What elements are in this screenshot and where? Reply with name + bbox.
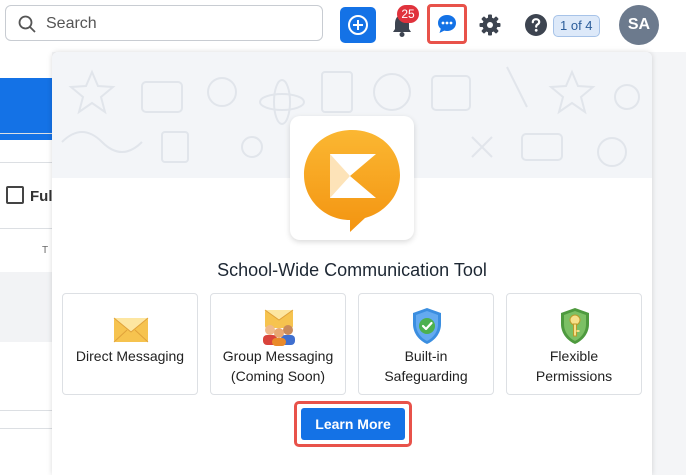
- avatar[interactable]: SA: [619, 5, 659, 45]
- background-blue-banner: [0, 78, 52, 140]
- learn-more-highlight: Learn More: [294, 401, 412, 447]
- feature-card-group-messaging: Group Messaging (Coming Soon): [210, 293, 346, 395]
- divider: [0, 133, 52, 134]
- app-logo-tile: [290, 116, 414, 240]
- background-full-label: Full: [6, 186, 57, 205]
- envelope-icon: [113, 317, 149, 343]
- chat-app-logo-icon: [304, 130, 400, 232]
- feature-label: Built-in Safeguarding: [384, 348, 468, 384]
- feature-card-safeguarding: Built-in Safeguarding: [358, 293, 494, 395]
- background-row: [0, 272, 52, 342]
- feature-card-direct-messaging: Direct Messaging: [62, 293, 198, 395]
- key-shield-icon: [561, 308, 589, 344]
- search-icon: [18, 15, 36, 33]
- feature-card-permissions: Flexible Permissions: [506, 293, 642, 395]
- calendar-icon: [6, 186, 24, 204]
- feature-label: Group Messaging (Coming Soon): [222, 348, 334, 384]
- divider: [0, 410, 52, 411]
- feature-label: Direct Messaging: [75, 348, 185, 364]
- search-input[interactable]: Search: [5, 5, 323, 41]
- divider: [0, 428, 52, 429]
- popup-title: School-Wide Communication Tool: [217, 260, 487, 280]
- notification-badge: 25: [397, 5, 419, 23]
- gear-icon[interactable]: [478, 13, 502, 37]
- feature-label: Flexible Permissions: [535, 348, 613, 384]
- add-button[interactable]: [340, 7, 376, 43]
- learn-more-button[interactable]: Learn More: [301, 408, 405, 440]
- messages-button[interactable]: [427, 4, 467, 44]
- background-column-label: T: [42, 245, 49, 256]
- divider: [0, 162, 52, 163]
- help-icon[interactable]: [524, 13, 548, 37]
- group-envelope-icon: [263, 309, 295, 346]
- shield-check-icon: [413, 308, 441, 344]
- pager-badge[interactable]: 1 of 4: [553, 15, 600, 37]
- chat-bubble-icon: [438, 15, 456, 33]
- plus-circle-icon: [348, 15, 368, 35]
- messaging-promo-popup: School-Wide Communication Tool Direct Me…: [52, 52, 652, 475]
- top-bar: Search 25 1 of 4 SA: [0, 0, 686, 52]
- divider: [0, 228, 52, 229]
- search-placeholder: Search: [46, 15, 97, 32]
